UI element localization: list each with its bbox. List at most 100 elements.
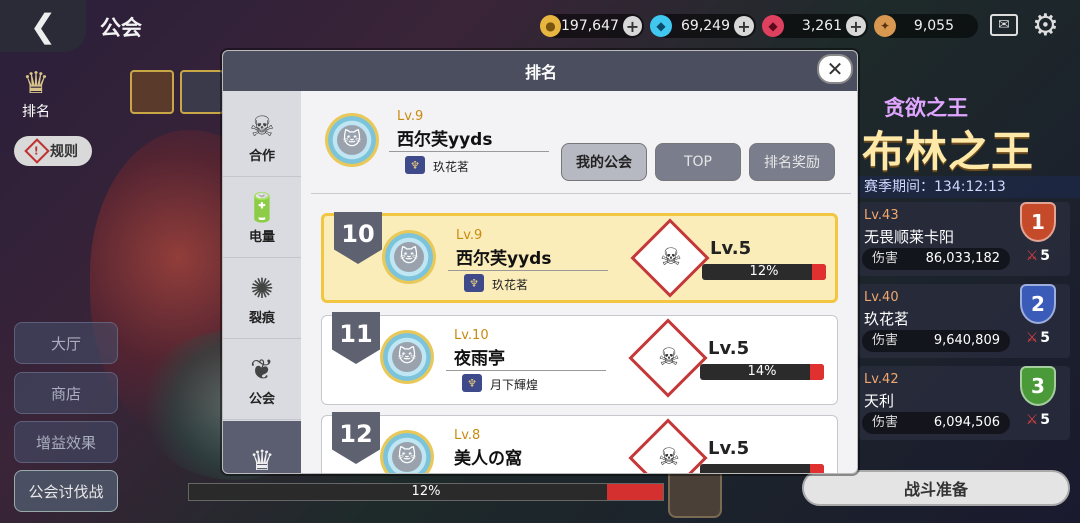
tab-energy[interactable]: 🔋 电量 (223, 178, 301, 258)
add-ruby-button[interactable]: + (846, 16, 866, 36)
rank-card-1[interactable]: Lv.43 无畏顺莱卡阳 伤害 86,033,182 1 ⚔ 5 (858, 202, 1070, 276)
rank-flag: 10 (334, 212, 382, 264)
tab-top[interactable]: TOP (655, 143, 741, 181)
damage-label: 伤害 (872, 333, 899, 348)
progress-label: 12% (749, 264, 779, 279)
entry-name: 美人の窩 (454, 449, 522, 469)
my-level: Lv.9 (397, 109, 424, 124)
cat-icon: 🐱 (392, 342, 422, 372)
tab-label: 合作 (248, 148, 275, 164)
rank-card-level: Lv.42 (864, 372, 899, 387)
boss-level: Lv.5 (708, 438, 750, 459)
guild-avatar: 🐱 (382, 230, 436, 284)
battery-clock-icon: 🔋 (244, 190, 280, 224)
rules-label: 规则 (50, 144, 78, 160)
nav-buff[interactable]: 增益效果 (14, 421, 118, 463)
nav-guild-raid[interactable]: 公会讨伐战 (14, 470, 118, 512)
divider (446, 370, 606, 371)
tab-guild-raid[interactable]: ♛ (223, 421, 301, 473)
rank-card-level: Lv.40 (864, 290, 899, 305)
back-button[interactable]: ❮ (0, 0, 86, 52)
ranking-row-me[interactable]: 10 🐱 Lv.9 西尔芙yyds ♆ 玖花茗 ☠ Lv.5 12% (321, 212, 838, 303)
boss-hp-bar: 12% (188, 483, 664, 501)
guild-avatar: 🐱 (380, 330, 434, 384)
ruby-icon: ◆ (762, 15, 784, 37)
gear-icon[interactable]: ⚙ (1032, 8, 1059, 43)
rules-button[interactable]: ! 规则 (14, 136, 92, 166)
modal-header: 排名 (223, 51, 857, 91)
skull-icon: ☠ (658, 343, 680, 371)
ruby-value: 3,261 (801, 18, 842, 34)
rank-card-name: 天利 (864, 392, 895, 410)
tab-rank-rewards[interactable]: 排名奖励 (749, 143, 835, 181)
cat-icon: 🐱 (337, 125, 367, 155)
entry-level: Lv.10 (454, 328, 489, 343)
guild-emblem-icon: ♆ (462, 374, 482, 392)
boss-progress-bar: 14% (700, 364, 824, 380)
chest-icon[interactable] (668, 468, 722, 518)
tab-label: 公会 (248, 391, 275, 407)
rank-badge-icon: 2 (1020, 284, 1056, 324)
my-name: 西尔芙yyds (397, 130, 493, 150)
rank-card-3[interactable]: Lv.42 天利 伤害 6,094,506 3 ⚔ 5 (858, 366, 1070, 440)
add-diamond-button[interactable]: + (734, 16, 754, 36)
rank-card-name: 无畏顺莱卡阳 (864, 228, 955, 246)
attempts-count: 5 (1040, 248, 1050, 264)
divider (389, 151, 549, 152)
damage-value: 86,033,182 (925, 251, 1000, 266)
skull-gear-icon: ☠ (249, 109, 275, 143)
battle-prepare-button[interactable]: 战斗准备 (802, 470, 1070, 506)
tab-guild[interactable]: ❦ 公会 (223, 340, 301, 420)
diamond-resource: ◆ 69,249 + (650, 14, 756, 38)
damage-label: 伤害 (872, 415, 899, 430)
tab-label: 电量 (248, 229, 275, 245)
damage-value: 9,640,809 (933, 333, 1000, 348)
gold-value: 197,647 (561, 18, 619, 34)
tab-label: 裂痕 (248, 310, 275, 326)
skill-icon-2[interactable] (180, 70, 224, 114)
crossed-swords-icon: ⚔ (1025, 248, 1039, 264)
tab-coop[interactable]: ☠ 合作 (223, 97, 301, 177)
back-arrow-icon: ❮ (29, 7, 57, 45)
ranking-row[interactable]: 11 🐱 Lv.10 夜雨亭 ♆ 月下輝煌 ☠ Lv.5 14% (321, 312, 838, 405)
divider (311, 193, 851, 194)
progress-fill (810, 464, 824, 473)
ruby-resource: ◆ 3,261 + (762, 14, 868, 38)
attempts: ⚔ 5 (1026, 330, 1050, 346)
warning-icon: ! (24, 138, 50, 164)
skull-icon: ☠ (658, 443, 680, 471)
mail-icon[interactable]: ✉ (990, 14, 1018, 36)
nav-lobby[interactable]: 大厅 (14, 322, 118, 364)
attempts: ⚔ 5 (1026, 248, 1050, 264)
ranking-label: 排名 (22, 104, 50, 120)
modal-title: 排名 (524, 63, 557, 82)
damage-field: 伤害 9,640,809 (862, 330, 1010, 352)
ranking-row[interactable]: 12 🐱 Lv.8 美人の窩 ☠ Lv.5 (321, 412, 838, 473)
ranking-button[interactable]: ♛ 排名 (12, 66, 60, 122)
nav-shop[interactable]: 商店 (14, 372, 118, 414)
entry-guild: 玖花茗 (492, 278, 529, 292)
boss-progress-bar (700, 464, 824, 473)
rank-flag: 12 (332, 412, 380, 464)
cat-icon: 🐱 (394, 242, 424, 272)
rank-card-level: Lv.43 (864, 208, 899, 223)
damage-field: 伤害 86,033,182 (862, 248, 1010, 270)
my-avatar: 🐱 (325, 113, 379, 167)
guild-emblem-icon: ♆ (405, 156, 425, 174)
close-button[interactable]: ✕ (817, 54, 853, 84)
skull-icon: ☠ (660, 243, 682, 271)
boss-level: Lv.5 (710, 238, 752, 259)
rank-card-2[interactable]: Lv.40 玖花茗 伤害 9,640,809 2 ⚔ 5 (858, 284, 1070, 358)
progress-label: 14% (747, 364, 777, 379)
add-gold-button[interactable]: + (622, 16, 642, 36)
damage-field: 伤害 6,094,506 (862, 412, 1010, 434)
diamond-value: 69,249 (681, 18, 730, 34)
skill-icon-1[interactable] (130, 70, 174, 114)
entry-level: Lv.9 (456, 228, 483, 243)
rank-flag: 11 (332, 312, 380, 364)
medal-resource: ✦ 9,055 (874, 14, 978, 38)
rank-badge-icon: 3 (1020, 366, 1056, 406)
tab-my-guild[interactable]: 我的公会 (561, 143, 647, 181)
boss-hp-label: 12% (411, 484, 441, 499)
tab-rift[interactable]: ✺ 裂痕 (223, 259, 301, 339)
